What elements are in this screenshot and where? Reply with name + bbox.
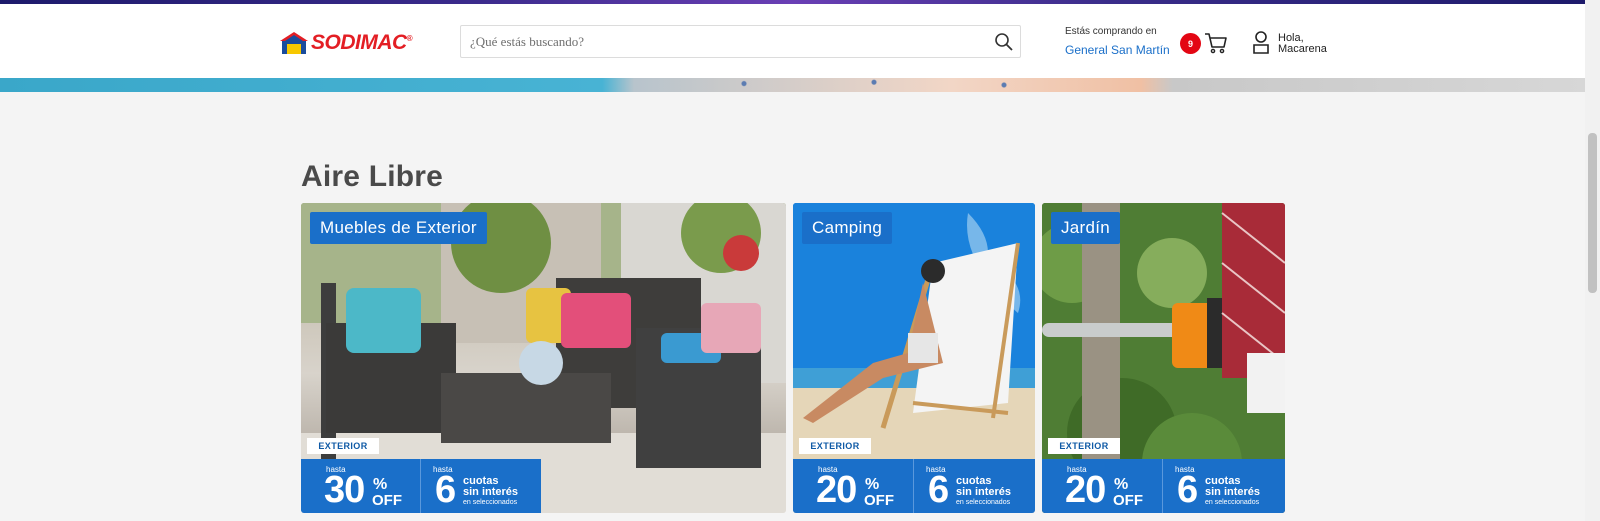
card-tag: Muebles de Exterior bbox=[310, 212, 487, 244]
search-bar bbox=[460, 25, 1021, 58]
logo-wordmark: SODIMAC® bbox=[311, 31, 413, 54]
card-tag: Jardín bbox=[1051, 212, 1121, 244]
house-logo-icon bbox=[280, 32, 308, 54]
installments-block: hasta 6 cuotas sin interés en seleccionad… bbox=[914, 459, 1035, 513]
off-label: OFF bbox=[864, 492, 894, 509]
discount-block: hasta 20 % OFF bbox=[1042, 459, 1163, 513]
user-account-button[interactable]: Hola, Macarena bbox=[1252, 28, 1352, 58]
section-title: Aire Libre bbox=[301, 160, 444, 193]
installments-label: cuotas sin interés bbox=[956, 475, 1012, 498]
installments-label: cuotas sin interés bbox=[1205, 475, 1261, 498]
discount-value: 20 bbox=[816, 469, 857, 511]
sodimac-logo[interactable]: SODIMAC® bbox=[279, 28, 419, 58]
category-card-jardin[interactable]: Jardín EXTERIOR hasta 20 % OFF hasta 6 c… bbox=[1042, 203, 1285, 513]
cart-icon[interactable] bbox=[1204, 31, 1228, 55]
scrollbar-thumb[interactable] bbox=[1588, 133, 1597, 293]
selected-note: en seleccionados bbox=[956, 499, 1011, 506]
cart-count-badge: 9 bbox=[1180, 33, 1201, 54]
search-input[interactable] bbox=[461, 26, 971, 57]
discount-block: hasta 20 % OFF bbox=[793, 459, 914, 513]
off-label: OFF bbox=[372, 492, 402, 509]
page-scrollbar[interactable] bbox=[1585, 0, 1600, 521]
card-tag: Camping bbox=[802, 212, 893, 244]
promo-strip: hasta 30 % OFF hasta 6 cuotas sin interés… bbox=[301, 459, 541, 513]
exterior-badge: EXTERIOR bbox=[307, 438, 379, 454]
store-label: Estás comprando en bbox=[1065, 26, 1157, 37]
store-selector[interactable]: Estás comprando en General San Martín bbox=[1065, 26, 1175, 57]
site-header: SODIMAC® Estás comprando en General San … bbox=[0, 4, 1585, 78]
selected-note: en seleccionados bbox=[463, 499, 518, 506]
category-card-muebles-exterior[interactable]: Muebles de Exterior EXTERIOR hasta 30 % … bbox=[301, 203, 786, 513]
installments-block: hasta 6 cuotas sin interés en seleccionad… bbox=[1163, 459, 1285, 513]
category-card-camping[interactable]: Camping EXTERIOR hasta 20 % OFF hasta 6 … bbox=[793, 203, 1035, 513]
discount-value: 30 bbox=[324, 469, 365, 511]
hero-banner-bottom[interactable] bbox=[0, 78, 1585, 92]
installments-label: cuotas sin interés bbox=[463, 475, 519, 498]
discount-value: 20 bbox=[1065, 469, 1106, 511]
user-name: Macarena bbox=[1278, 43, 1327, 55]
user-icon bbox=[1253, 31, 1269, 54]
exterior-badge: EXTERIOR bbox=[799, 438, 871, 454]
promo-strip: hasta 20 % OFF hasta 6 cuotas sin interés… bbox=[1042, 459, 1285, 513]
discount-block: hasta 30 % OFF bbox=[301, 459, 421, 513]
off-label: OFF bbox=[1113, 492, 1143, 509]
user-greeting: Hola, Macarena bbox=[1278, 33, 1327, 55]
promo-strip: hasta 20 % OFF hasta 6 cuotas sin interés… bbox=[793, 459, 1035, 513]
store-name-link[interactable]: General San Martín bbox=[1065, 43, 1175, 57]
installments-count: 6 bbox=[928, 469, 950, 511]
selected-note: en seleccionados bbox=[1205, 499, 1260, 506]
installments-block: hasta 6 cuotas sin interés en seleccionad… bbox=[421, 459, 541, 513]
exterior-badge: EXTERIOR bbox=[1048, 438, 1120, 454]
search-icon[interactable] bbox=[994, 32, 1014, 52]
cart-button[interactable]: 9 bbox=[1180, 28, 1228, 58]
installments-count: 6 bbox=[435, 469, 457, 511]
installments-count: 6 bbox=[1177, 469, 1199, 511]
